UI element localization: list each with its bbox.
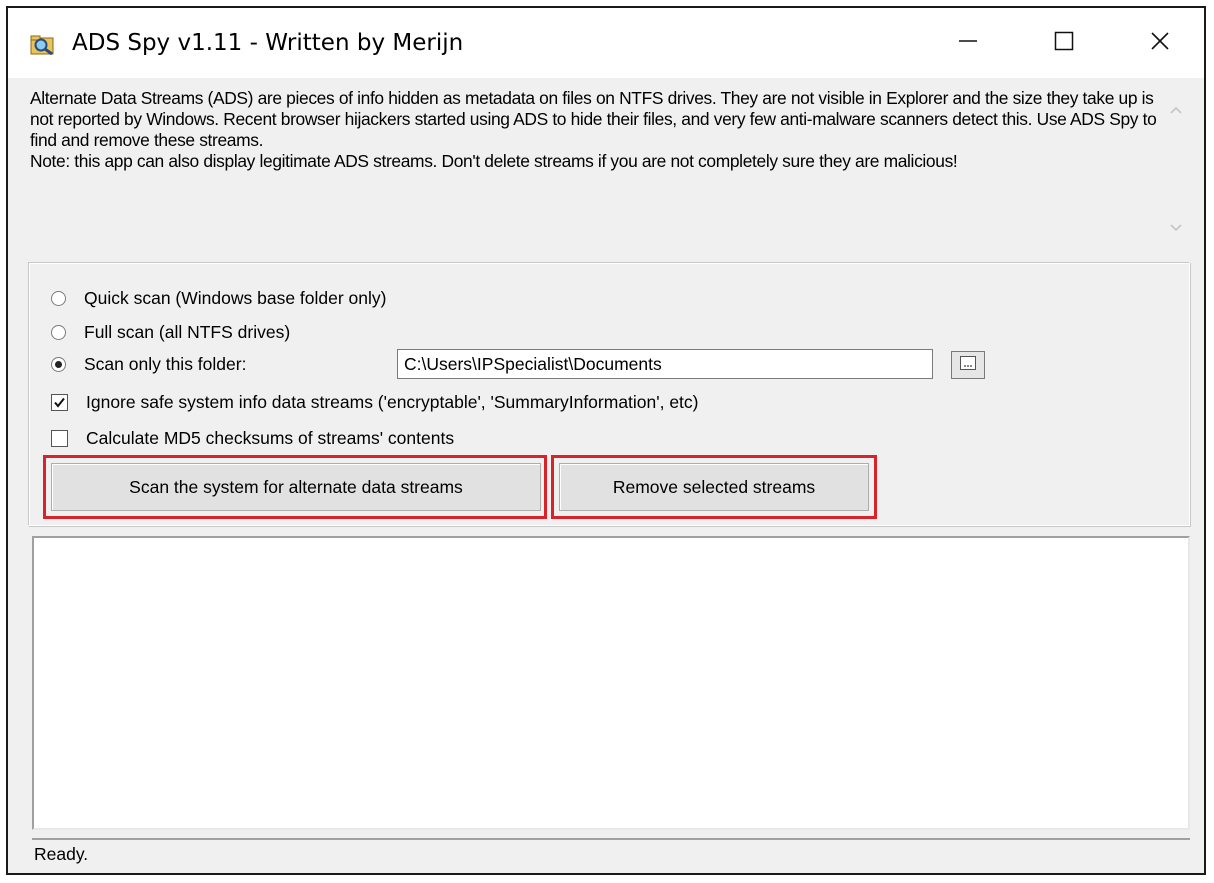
scroll-down-icon[interactable] — [1166, 218, 1186, 238]
folder-scan-radio[interactable] — [51, 356, 66, 372]
remove-streams-button[interactable]: Remove selected streams — [559, 463, 869, 511]
radio-selected-dot — [55, 360, 62, 368]
maximize-icon — [1053, 30, 1075, 57]
md5-checkbox[interactable] — [51, 429, 68, 447]
ignore-safe-checkbox[interactable] — [51, 393, 68, 411]
window-title: ADS Spy v1.11 - Written by Merijn — [72, 30, 464, 56]
browse-icon — [959, 355, 977, 376]
minimize-button[interactable] — [936, 20, 1000, 66]
ignore-safe-option[interactable]: Ignore safe system info data streams ('e… — [51, 389, 699, 415]
checkmark-icon — [54, 397, 65, 408]
minimize-icon — [957, 30, 979, 57]
magnifier-folder-icon — [30, 34, 56, 56]
maximize-button[interactable] — [1032, 20, 1096, 66]
scroll-up-icon[interactable] — [1166, 100, 1186, 120]
close-icon — [1149, 30, 1171, 57]
full-scan-label: Full scan (all NTFS drives) — [84, 321, 291, 342]
quick-scan-radio[interactable] — [51, 290, 66, 306]
md5-label: Calculate MD5 checksums of streams' cont… — [86, 427, 455, 448]
title-bar[interactable]: ADS Spy v1.11 - Written by Merijn — [8, 8, 1204, 78]
info-text-box[interactable]: Alternate Data Streams (ADS) are pieces … — [28, 88, 1188, 248]
status-text: Ready. — [34, 844, 89, 864]
scan-options-panel: Quick scan (Windows base folder only) Fu… — [28, 262, 1190, 526]
full-scan-option[interactable]: Full scan (all NTFS drives) — [51, 319, 290, 345]
info-description: Alternate Data Streams (ADS) are pieces … — [30, 88, 1157, 171]
close-button[interactable] — [1128, 20, 1192, 66]
scan-button[interactable]: Scan the system for alternate data strea… — [51, 463, 541, 511]
quick-scan-option[interactable]: Quick scan (Windows base folder only) — [51, 285, 386, 311]
app-window: ADS Spy v1.11 - Written by Merijn Altern… — [6, 6, 1206, 875]
ignore-safe-label: Ignore safe system info data streams ('e… — [86, 391, 699, 412]
streams-results-list[interactable] — [32, 536, 1190, 830]
folder-path-input[interactable] — [397, 349, 933, 379]
md5-option[interactable]: Calculate MD5 checksums of streams' cont… — [51, 425, 454, 451]
folder-scan-label: Scan only this folder: — [84, 353, 247, 374]
browse-folder-button[interactable] — [951, 351, 985, 379]
folder-scan-option[interactable]: Scan only this folder: — [51, 351, 246, 377]
quick-scan-label: Quick scan (Windows base folder only) — [84, 287, 387, 308]
status-bar: Ready. — [32, 838, 1190, 868]
full-scan-radio[interactable] — [51, 324, 66, 340]
